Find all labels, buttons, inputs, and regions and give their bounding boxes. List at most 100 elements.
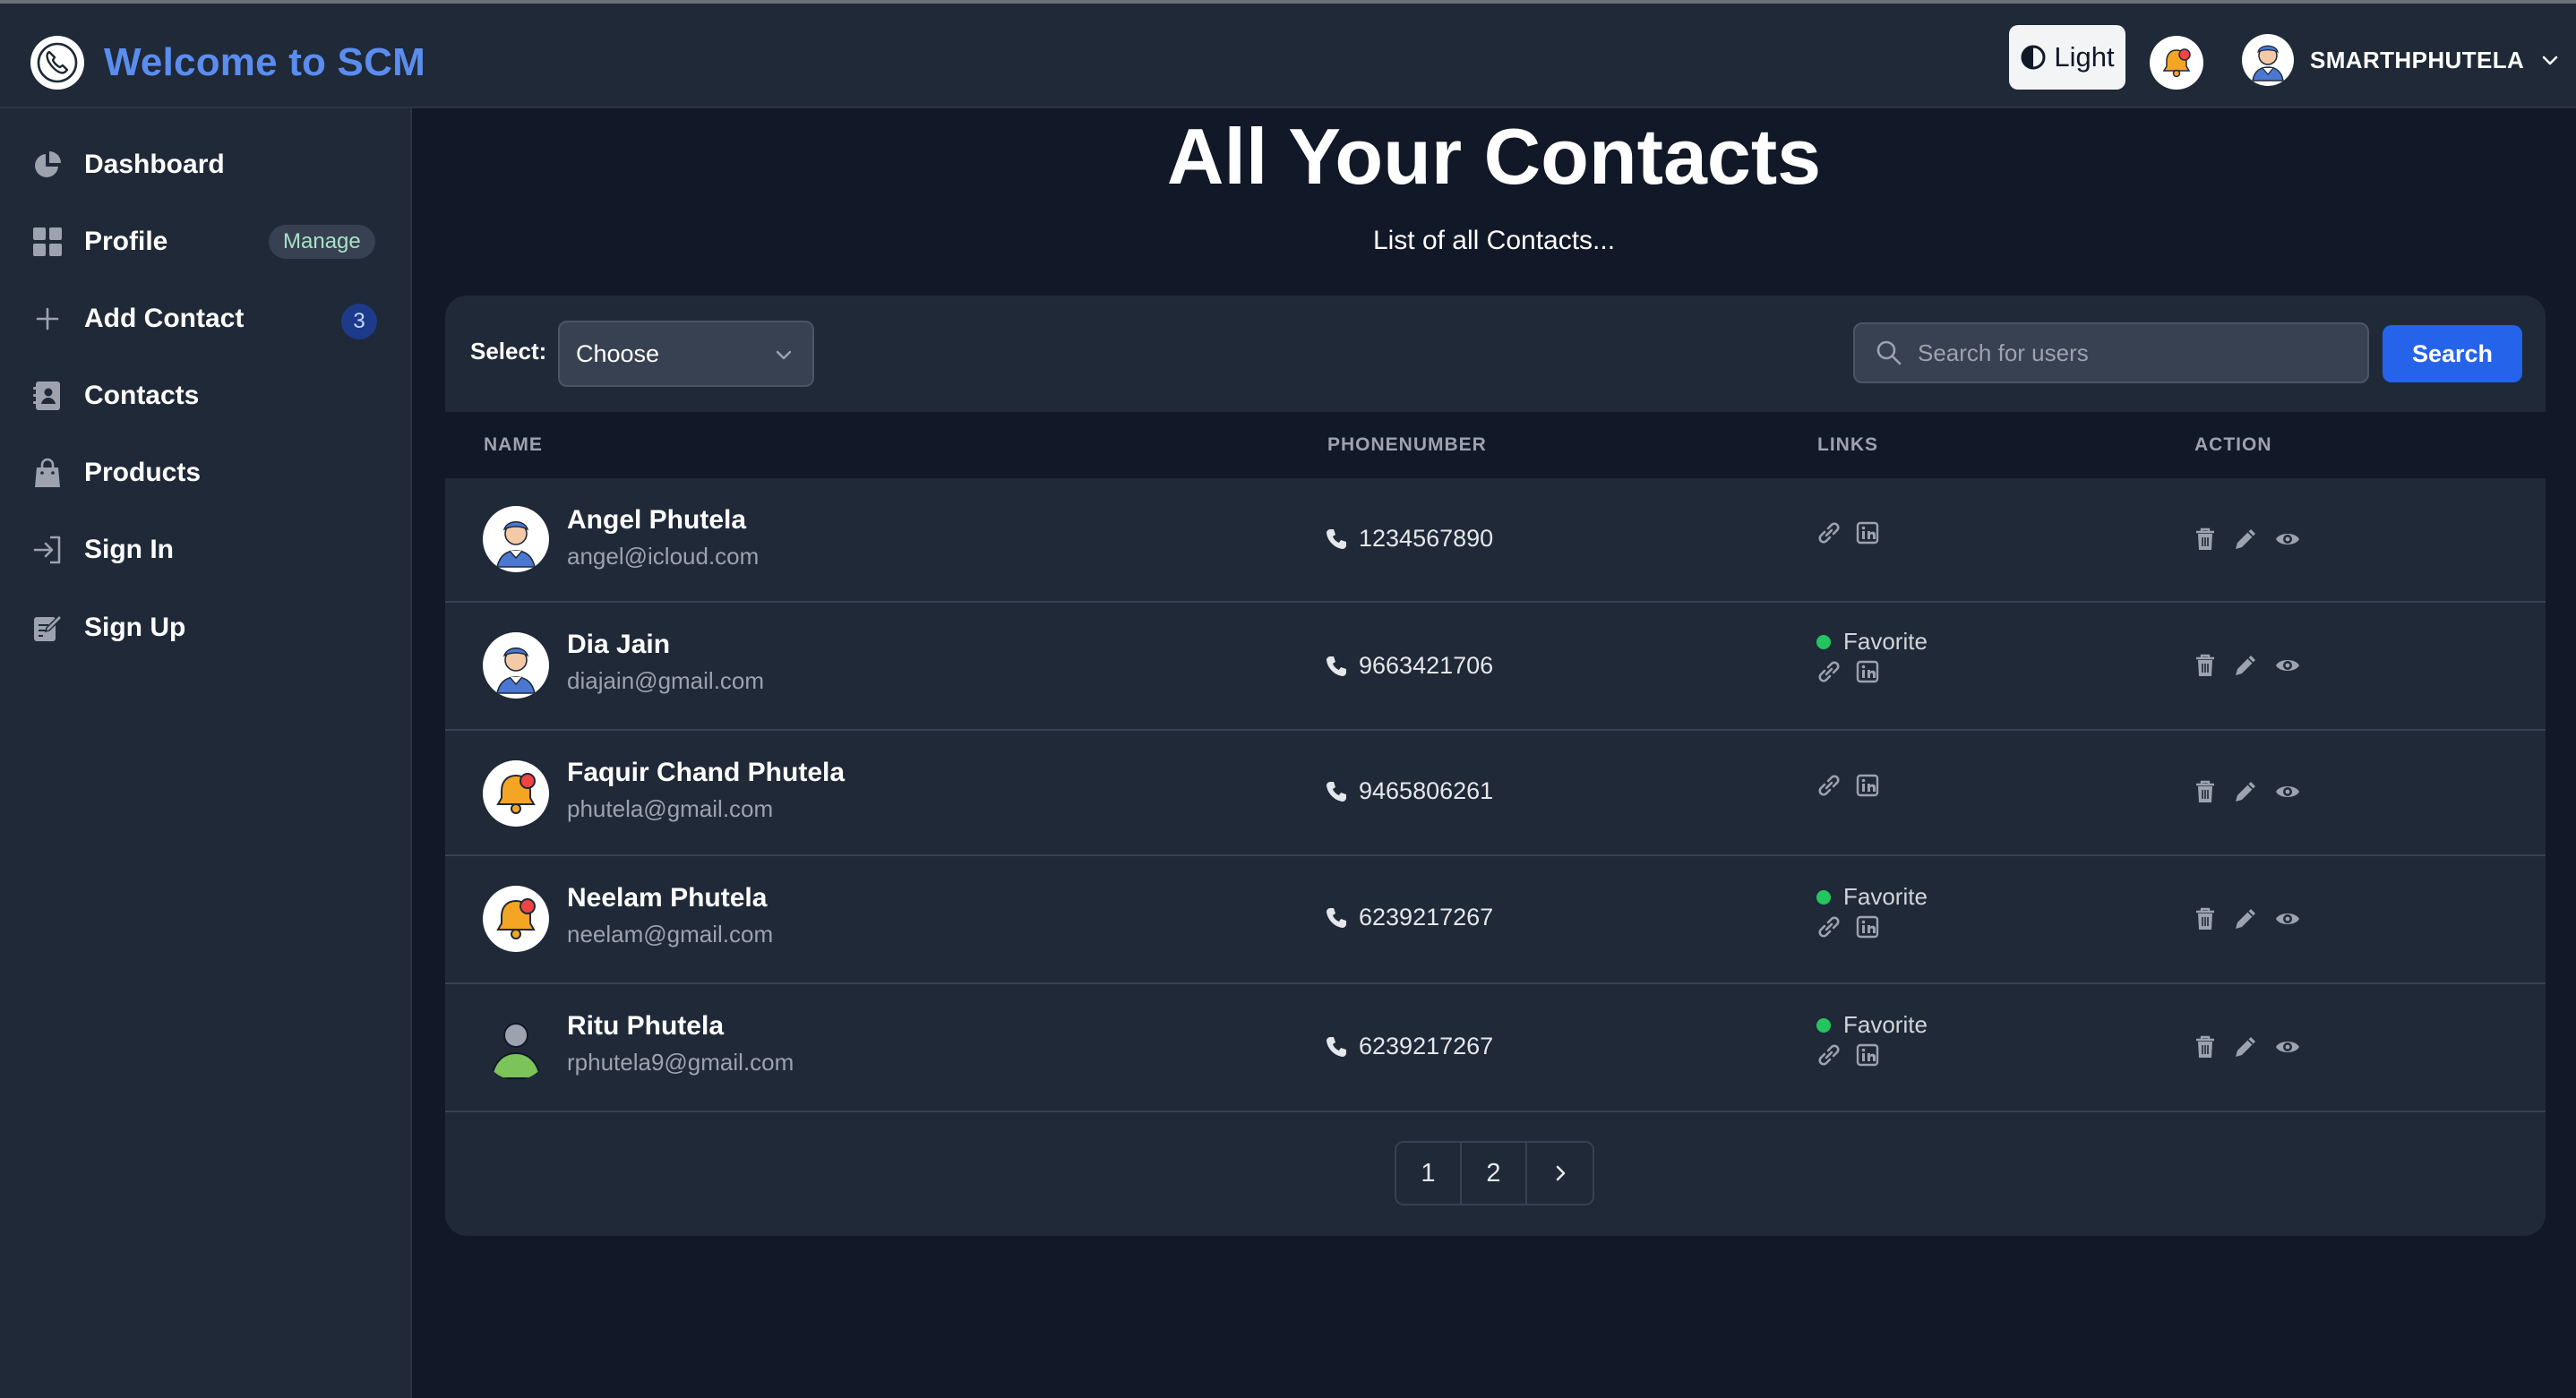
man-avatar-icon	[483, 506, 549, 572]
linkedin-icon[interactable]	[1856, 1043, 1879, 1067]
table-row: Ritu Phutela rphutela9@gmail.com 6239217…	[445, 984, 2546, 1112]
contact-email: phutela@gmail.com	[567, 795, 774, 822]
app-title: Welcome to SCM	[104, 40, 425, 84]
sidebar: Dashboard Profile Manage Add Contact 3 C…	[0, 108, 412, 1398]
manage-badge: Manage	[269, 225, 375, 259]
sidebar-item-label: Products	[84, 458, 202, 487]
column-header-links: LINKS	[1817, 434, 1878, 455]
phone-number: 6239217267	[1359, 1033, 1494, 1059]
username-label: SMARTHPHUTELA	[2310, 46, 2525, 73]
view-eye-icon[interactable]	[2274, 780, 2301, 803]
field-select[interactable]: Choose	[558, 321, 814, 387]
row-actions	[2194, 527, 2317, 552]
phone-icon	[1325, 1035, 1348, 1059]
sidebar-item-contacts[interactable]: Contacts	[0, 365, 412, 427]
notification-bell-button[interactable]	[2150, 36, 2203, 90]
link-icon[interactable]	[1815, 1043, 1843, 1067]
contact-phone: 9663421706	[1325, 652, 1493, 680]
row-actions	[2194, 1034, 2317, 1059]
favorite-status: Favorite	[1816, 883, 1928, 911]
contact-phone: 6239217267	[1325, 904, 1493, 931]
view-eye-icon[interactable]	[2274, 907, 2301, 931]
view-eye-icon[interactable]	[2274, 654, 2301, 677]
select-value: Choose	[576, 339, 660, 367]
column-header-phone: PHONENUMBER	[1327, 434, 1487, 455]
phone-number: 1234567890	[1359, 525, 1494, 552]
phone-icon	[1325, 655, 1348, 678]
linkedin-icon[interactable]	[1856, 774, 1879, 797]
sign-in-icon	[30, 533, 64, 567]
link-icon[interactable]	[1815, 521, 1843, 545]
favorite-label: Favorite	[1843, 883, 1928, 910]
edit-pencil-icon[interactable]	[2233, 1034, 2258, 1059]
search-button[interactable]: Search	[2383, 325, 2522, 382]
favorite-label: Favorite	[1843, 1011, 1928, 1038]
theme-toggle-button[interactable]: Light	[2009, 25, 2125, 90]
link-icon[interactable]	[1815, 915, 1843, 939]
user-menu[interactable]: SMARTHPHUTELA	[2242, 30, 2560, 90]
contacts-card: Select: Choose Search NAME PHONENUMBER L…	[445, 296, 2546, 1236]
linkedin-icon[interactable]	[1856, 521, 1879, 545]
phone-icon	[1325, 906, 1348, 930]
contact-links	[1815, 774, 1892, 797]
person-avatar-icon	[483, 1014, 549, 1080]
search-icon	[1873, 337, 1905, 369]
favorite-dot-icon	[1816, 889, 1831, 905]
sidebar-item-label: Sign Up	[84, 613, 186, 642]
phone-number: 6239217267	[1359, 904, 1494, 931]
favorite-status: Favorite	[1816, 628, 1928, 656]
plus-icon	[30, 302, 64, 336]
table-row: Angel Phutela angel@icloud.com 123456789…	[445, 478, 2546, 603]
navbar: Welcome to SCM Light SMARTHPHUTELA	[0, 4, 2576, 108]
contact-email: neelam@gmail.com	[567, 921, 774, 948]
page-button-1[interactable]: 1	[1396, 1143, 1462, 1204]
edit-pencil-icon[interactable]	[2233, 527, 2258, 552]
linkedin-icon[interactable]	[1856, 915, 1879, 939]
delete-icon[interactable]	[2194, 906, 2217, 931]
delete-icon[interactable]	[2194, 779, 2217, 804]
link-icon[interactable]	[1815, 774, 1843, 797]
sidebar-item-add-contact[interactable]: Add Contact 3	[0, 287, 412, 350]
contact-email: angel@icloud.com	[567, 543, 760, 570]
phone-logo-icon	[30, 36, 84, 90]
bell-avatar-icon	[483, 760, 549, 827]
delete-icon[interactable]	[2194, 527, 2217, 552]
table-toolbar: Select: Choose Search	[445, 296, 2546, 412]
view-eye-icon[interactable]	[2274, 1035, 2301, 1059]
sidebar-item-products[interactable]: Products	[0, 442, 412, 504]
brand[interactable]: Welcome to SCM	[30, 36, 425, 90]
sidebar-item-sign-up[interactable]: Sign Up	[0, 596, 412, 659]
favorite-dot-icon	[1816, 634, 1831, 649]
contact-name: Ritu Phutela	[567, 1011, 725, 1041]
sidebar-item-label: Sign In	[84, 535, 174, 564]
link-icon[interactable]	[1815, 660, 1843, 683]
sidebar-item-dashboard[interactable]: Dashboard	[0, 133, 412, 196]
delete-icon[interactable]	[2194, 653, 2217, 678]
avatar	[2242, 34, 2294, 86]
edit-pencil-icon[interactable]	[2233, 653, 2258, 678]
table-row: Dia Jain diajain@gmail.com 9663421706 Fa…	[445, 603, 2546, 731]
contact-links	[1815, 915, 1892, 939]
page-button-2[interactable]: 2	[1462, 1143, 1527, 1204]
contact-phone: 1234567890	[1325, 525, 1493, 553]
theme-toggle-label: Light	[2054, 41, 2115, 73]
grid-icon	[30, 225, 64, 259]
edit-pencil-icon[interactable]	[2233, 779, 2258, 804]
next-page-button[interactable]	[1527, 1143, 1593, 1204]
view-eye-icon[interactable]	[2274, 527, 2301, 551]
sidebar-item-sign-in[interactable]: Sign In	[0, 519, 412, 581]
column-header-action: ACTION	[2194, 434, 2272, 455]
row-actions	[2194, 779, 2317, 804]
page-title: All Your Contacts	[1166, 112, 1822, 201]
delete-icon[interactable]	[2194, 1034, 2217, 1059]
column-header-name: NAME	[484, 434, 543, 455]
contact-name: Neelam Phutela	[567, 883, 768, 913]
search-input[interactable]	[1918, 339, 2348, 367]
linkedin-icon[interactable]	[1856, 660, 1879, 683]
phone-icon	[1325, 780, 1348, 803]
search-field	[1853, 322, 2369, 383]
page-subtitle: List of all Contacts...	[1372, 226, 1616, 255]
edit-pencil-icon[interactable]	[2233, 906, 2258, 931]
sidebar-item-profile[interactable]: Profile Manage	[0, 210, 412, 273]
contact-links	[1815, 660, 1892, 683]
